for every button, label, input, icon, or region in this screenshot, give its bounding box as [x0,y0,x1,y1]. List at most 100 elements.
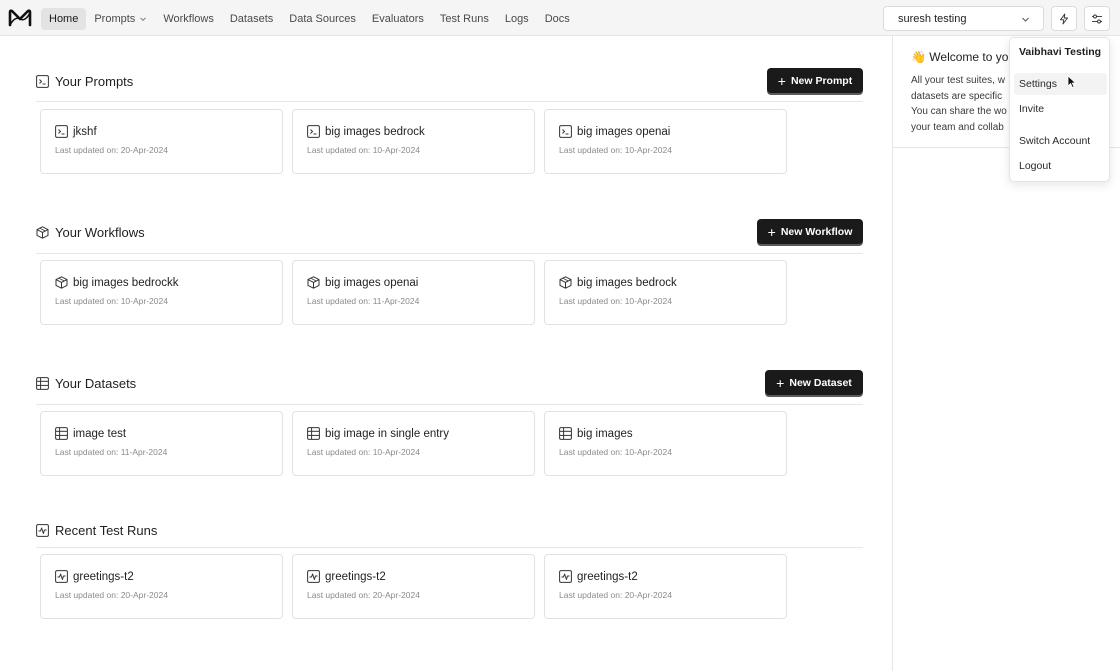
activity-icon [307,570,320,583]
card-title-text: big images bedrockk [73,276,179,289]
workflow-card[interactable]: big images bedrock Last updated on: 10-A… [544,260,787,325]
nav-prompts-label: Prompts [94,13,136,25]
cube-icon [55,276,68,289]
nav-evaluators[interactable]: Evaluators [364,8,432,30]
section-title-workflows: Your Workflows [36,225,145,240]
section-title-workflows-text: Your Workflows [55,225,145,240]
lightning-icon [1060,13,1068,24]
account-select[interactable]: suresh testing [883,6,1044,31]
new-workflow-button[interactable]: + New Workflow [757,219,863,244]
menu-item-logout[interactable]: Logout [1014,155,1107,177]
nav-test-runs[interactable]: Test Runs [432,8,497,30]
card-updated: Last updated on: 20-Apr-2024 [307,590,420,600]
new-prompt-label: New Prompt [790,74,853,87]
settings-sliders-button[interactable] [1084,6,1110,31]
section-title-datasets-text: Your Datasets [55,376,137,391]
nav-prompts[interactable]: Prompts [86,8,155,30]
terminal-icon [55,125,68,138]
mouse-cursor-icon [1067,75,1077,89]
cube-icon [559,276,572,289]
card-updated: Last updated on: 11-Apr-2024 [307,296,420,306]
card-updated: Last updated on: 10-Apr-2024 [559,296,672,306]
nav-home[interactable]: Home [41,8,87,30]
card-title-text: big image in single entry [325,427,450,440]
new-dataset-button[interactable]: + New Dataset [765,370,863,395]
section-divider [36,253,863,254]
chevron-down-icon [1022,17,1029,22]
card-title: big images [559,427,633,440]
card-title: image test [55,427,126,440]
dataset-card[interactable]: big image in single entry Last updated o… [292,411,535,476]
card-title-text: big images bedrock [577,276,677,289]
section-title-test-runs: Recent Test Runs [36,523,157,538]
new-prompt-button[interactable]: + New Prompt [767,68,863,93]
nav-home-label: Home [49,13,79,25]
card-title: greetings-t2 [55,570,134,583]
section-title-prompts: Your Prompts [36,74,133,89]
nav-logs[interactable]: Logs [497,8,537,30]
dataset-card[interactable]: image test Last updated on: 11-Apr-2024 [40,411,283,476]
test-run-card[interactable]: greetings-t2 Last updated on: 20-Apr-202… [40,554,283,619]
section-title-test-runs-text: Recent Test Runs [55,523,158,538]
chevron-down-icon [140,17,147,22]
nav-docs[interactable]: Docs [537,8,578,30]
card-title: greetings-t2 [559,570,638,583]
card-title: greetings-t2 [307,570,386,583]
prompt-card[interactable]: big images bedrock Last updated on: 10-A… [292,109,535,174]
app-logo-icon[interactable] [8,8,32,28]
card-updated: Last updated on: 10-Apr-2024 [559,145,672,155]
card-title-text: big images bedrock [325,125,425,138]
nav-datasets[interactable]: Datasets [222,8,281,30]
section-divider [36,547,863,548]
nav-workflows-label: Workflows [163,13,214,25]
card-updated: Last updated on: 20-Apr-2024 [55,590,168,600]
card-title-text: greetings-t2 [325,570,386,583]
prompt-card[interactable]: jkshf Last updated on: 20-Apr-2024 [40,109,283,174]
section-title-datasets: Your Datasets [36,376,136,391]
plus-icon: + [777,72,786,89]
nav-docs-label: Docs [544,13,570,25]
card-updated: Last updated on: 10-Apr-2024 [307,145,420,155]
menu-item-settings[interactable]: Settings [1014,73,1107,95]
nav-datasets-label: Datasets [229,13,274,25]
card-title: big images openai [307,276,418,289]
sliders-icon [1092,14,1102,23]
cube-icon [307,276,320,289]
card-title: big image in single entry [307,427,449,440]
menu-item-invite[interactable]: Invite [1014,98,1107,120]
dataset-card[interactable]: big images Last updated on: 10-Apr-2024 [544,411,787,476]
menu-user-name: Vaibhavi Testing [1019,46,1102,58]
card-title-text: greetings-t2 [73,570,134,583]
new-workflow-label: New Workflow [780,225,853,238]
workflow-card[interactable]: big images openai Last updated on: 11-Ap… [292,260,535,325]
section-divider [36,404,863,405]
nav-data-sources-label: Data Sources [289,13,356,25]
card-updated: Last updated on: 20-Apr-2024 [559,590,672,600]
test-run-card[interactable]: greetings-t2 Last updated on: 20-Apr-202… [544,554,787,619]
terminal-icon [307,125,320,138]
welcome-title: 👋 Welcome to you [911,50,1015,64]
card-title: big images bedrock [559,276,677,289]
test-run-card[interactable]: greetings-t2 Last updated on: 20-Apr-202… [292,554,535,619]
prompt-card[interactable]: big images openai Last updated on: 10-Ap… [544,109,787,174]
card-title: big images openai [559,125,670,138]
nav-evaluators-label: Evaluators [371,13,424,25]
table-icon [559,427,572,440]
menu-item-switch-account[interactable]: Switch Account [1014,130,1107,152]
card-title-text: big images openai [577,125,671,138]
nav-test-runs-label: Test Runs [439,13,489,25]
table-icon [36,377,49,390]
lightning-button[interactable] [1051,6,1077,31]
nav-workflows[interactable]: Workflows [155,8,222,30]
nav-logs-label: Logs [504,13,529,25]
card-updated: Last updated on: 11-Apr-2024 [55,447,168,457]
top-nav-bar: Home Prompts Workflows Datasets Data Sou… [0,0,1120,36]
card-title-text: greetings-t2 [577,570,638,583]
nav-data-sources[interactable]: Data Sources [281,8,364,30]
table-icon [55,427,68,440]
card-title-text: big images openai [325,276,419,289]
plus-icon: + [767,223,776,240]
table-icon [307,427,320,440]
card-title: big images bedrockk [55,276,178,289]
workflow-card[interactable]: big images bedrockk Last updated on: 10-… [40,260,283,325]
